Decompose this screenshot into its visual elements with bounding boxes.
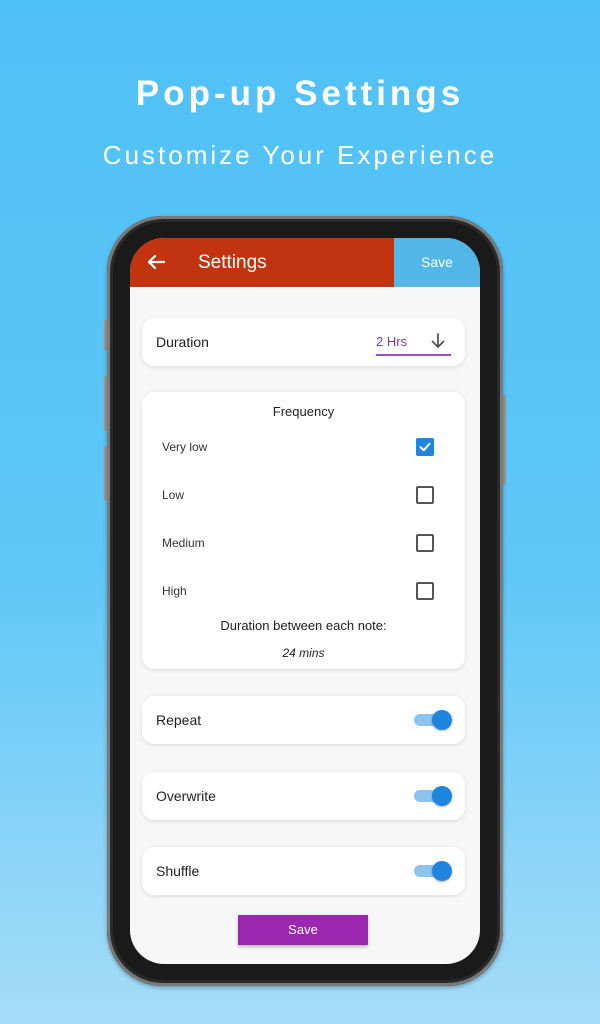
overwrite-card: Overwrite [142, 772, 465, 820]
toggle-thumb [432, 710, 452, 730]
checkbox-checked[interactable] [416, 438, 434, 456]
save-button[interactable]: Save [238, 915, 368, 945]
arrow-down-icon [429, 332, 447, 350]
frequency-option-high[interactable]: High [142, 576, 465, 606]
toggle-thumb [432, 786, 452, 806]
frequency-option-label: High [162, 584, 187, 598]
app-bar-save-button[interactable]: Save [394, 238, 480, 287]
repeat-label: Repeat [156, 712, 202, 728]
app-bar-main: Settings [130, 238, 394, 287]
frequency-title: Frequency [272, 404, 335, 419]
note-interval-label: Duration between each note: [220, 618, 387, 633]
shuffle-label: Shuffle [156, 863, 200, 879]
checkbox[interactable] [416, 534, 434, 552]
frequency-option-low[interactable]: Low [142, 480, 465, 510]
duration-dropdown[interactable]: 2 Hrs [376, 328, 451, 356]
promo-subtitle: Customize Your Experience [102, 140, 498, 170]
app-bar: Settings Save [130, 238, 480, 287]
repeat-card: Repeat [142, 696, 465, 744]
checkbox[interactable] [416, 486, 434, 504]
arrow-left-icon[interactable] [144, 250, 168, 274]
frequency-option-very-low[interactable]: Very low [142, 432, 465, 462]
frequency-option-label: Very low [162, 440, 208, 454]
frequency-option-label: Medium [162, 536, 205, 550]
promo-title: Pop-up Settings [135, 74, 465, 113]
app-bar-title: Settings [198, 252, 267, 273]
duration-card: Duration 2 Hrs [142, 318, 465, 366]
duration-value: 2 Hrs [376, 334, 408, 349]
checkbox[interactable] [416, 582, 434, 600]
frequency-option-medium[interactable]: Medium [142, 528, 465, 558]
overwrite-label: Overwrite [156, 788, 216, 804]
note-interval-value: 24 mins [282, 646, 325, 660]
duration-label: Duration [156, 334, 209, 350]
toggle-thumb [432, 861, 452, 881]
shuffle-card: Shuffle [142, 847, 465, 895]
shuffle-toggle[interactable] [414, 861, 452, 881]
phone-screen: Settings Save Duration 2 Hrs Frequency V… [130, 238, 480, 964]
repeat-toggle[interactable] [414, 710, 452, 730]
frequency-option-label: Low [162, 488, 185, 502]
frequency-card: Frequency Very low Low Medium High Durat… [142, 392, 465, 669]
overwrite-toggle[interactable] [414, 786, 452, 806]
